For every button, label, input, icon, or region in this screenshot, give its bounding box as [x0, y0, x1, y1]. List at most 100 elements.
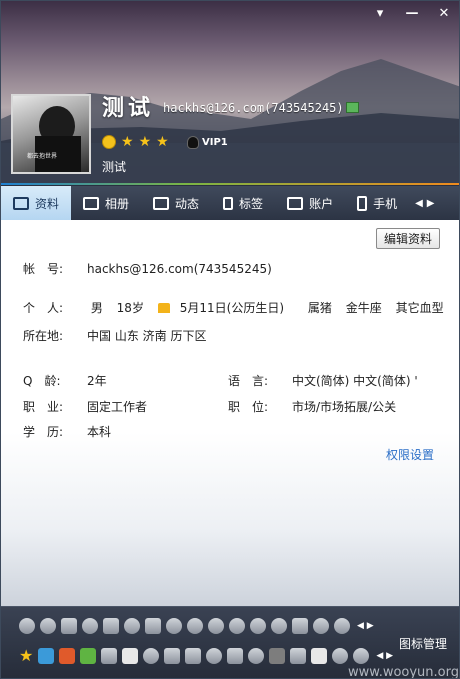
swirl-icon[interactable]	[206, 648, 223, 664]
star-icon[interactable]: ★	[19, 648, 33, 664]
tab-scroll-arrows[interactable]: ◀ ▶	[409, 186, 434, 220]
arrow-left-icon[interactable]: ◀	[415, 198, 423, 209]
location-row: 所在地: 中国 山东 济南 历下区	[23, 327, 206, 344]
chat-icon[interactable]	[143, 648, 160, 664]
bookmark-icon	[223, 196, 234, 210]
diamond-icon[interactable]	[271, 618, 287, 634]
diamond-icon[interactable]	[208, 618, 224, 634]
vip-badge[interactable]: VIP1	[187, 136, 228, 149]
diamond-icon[interactable]	[166, 618, 182, 634]
personal-label: 个 人:	[23, 301, 64, 315]
mail-icon[interactable]	[346, 102, 359, 113]
diamond-icon[interactable]	[229, 618, 245, 634]
trophy-icon[interactable]	[61, 618, 77, 634]
photo-album-icon	[83, 196, 100, 210]
occupation-row: 职 业: 固定工作者	[23, 398, 147, 415]
fire-icon[interactable]	[311, 648, 328, 664]
penguin-icon	[187, 136, 199, 149]
icon-manage-link[interactable]: 图标管理	[399, 635, 447, 652]
window-controls: ▾ — ✕	[367, 4, 457, 22]
diamond-icon[interactable]	[124, 618, 140, 634]
pet-icon[interactable]	[80, 648, 97, 664]
profile-window: ▾ — ✕ 都去抱世界 测试 hackhs@126.com(743545245)…	[0, 0, 460, 679]
arrow-right-icon[interactable]: ▶	[427, 198, 435, 209]
tab-label: 账户	[309, 196, 334, 211]
education-row: 学 历: 本科	[23, 423, 111, 440]
star-icon: ★	[138, 134, 152, 150]
heart-badge-icon[interactable]	[19, 618, 35, 634]
crown-icon	[157, 303, 170, 313]
icon-bar: ◀ ▶ ★ ◀ ▶ 图标管理 www.wooyun.org	[1, 606, 459, 678]
header-divider	[1, 183, 459, 185]
heart-badge-icon[interactable]	[334, 618, 350, 634]
minimize-button[interactable]: —	[399, 4, 425, 22]
icon-row-bottom: ★ ◀ ▶	[19, 648, 393, 664]
computer-icon[interactable]	[292, 618, 308, 634]
tab-tags[interactable]: 标签	[211, 186, 275, 220]
cup-icon[interactable]	[103, 618, 119, 634]
avatar[interactable]: 都去抱世界	[11, 94, 91, 174]
star-icon: ★	[156, 134, 169, 150]
age-value: 18岁	[116, 301, 144, 315]
zodiac-animal-value: 属猪	[307, 301, 332, 315]
qzone-icon[interactable]	[38, 648, 55, 664]
camera-icon[interactable]	[122, 648, 139, 664]
shield-icon[interactable]	[185, 648, 202, 664]
music-icon[interactable]	[164, 648, 181, 664]
heart-badge-icon[interactable]	[40, 618, 56, 634]
language-value: 中文(简体) 中文(简体) '	[292, 374, 418, 388]
icon-row-arrows[interactable]: ◀ ▶	[357, 621, 374, 631]
location-label: 所在地:	[23, 329, 64, 343]
camera-icon[interactable]	[269, 648, 286, 664]
account-row: 帐 号: hackhs@126.com(743545245)	[23, 260, 272, 277]
permission-settings-link[interactable]: 权限设置	[386, 446, 434, 463]
icon-row-top: ◀ ▶	[19, 618, 374, 634]
tab-feed[interactable]: 动态	[141, 186, 211, 220]
mobile-phone-icon	[357, 195, 368, 211]
location-value: 中国 山东 济南 历下区	[87, 329, 207, 343]
occupation-value: 固定工作者	[87, 400, 148, 414]
account-label: 帐 号:	[23, 262, 64, 276]
position-value: 市场/市场拓展/公关	[292, 400, 397, 414]
tab-label: 标签	[239, 196, 264, 211]
personal-row: 个 人: 男 18岁 5月11日(公历生日) 属猪 金牛座 其它血型	[23, 299, 454, 316]
diamond-icon[interactable]	[187, 618, 203, 634]
cat-icon[interactable]	[290, 648, 307, 664]
app-icon[interactable]	[101, 648, 118, 664]
icon-row-arrows[interactable]: ◀ ▶	[376, 651, 393, 661]
avatar-silhouette	[35, 106, 81, 172]
account-value: hackhs@126.com(743545245)	[87, 262, 272, 276]
email-qq-number: hackhs@126.com(743545245)	[163, 101, 344, 115]
diamond-icon[interactable]	[82, 618, 98, 634]
moon-icon[interactable]	[353, 648, 370, 664]
tab-account[interactable]: 账户	[275, 186, 345, 220]
signature: 测试	[102, 160, 127, 174]
diamond-icon[interactable]	[313, 618, 329, 634]
edit-profile-button[interactable]: 编辑资料	[376, 228, 440, 249]
pin-icon[interactable]: ▾	[367, 4, 393, 22]
tab-label: 动态	[175, 196, 200, 211]
game-icon[interactable]	[59, 648, 76, 664]
tab-profile[interactable]: 资料	[1, 186, 72, 220]
tab-mobile[interactable]: 手机	[345, 186, 409, 220]
diamond-icon[interactable]	[250, 618, 266, 634]
profile-details-panel: 编辑资料 帐 号: hackhs@126.com(743545245) 个 人: …	[1, 220, 459, 606]
profile-card-icon	[13, 196, 29, 210]
profile-header: ▾ — ✕ 都去抱世界 测试 hackhs@126.com(743545245)…	[1, 1, 459, 185]
ring-icon[interactable]	[248, 648, 265, 664]
star-icon: ★	[121, 134, 134, 150]
q-age-label: Q 龄:	[23, 374, 61, 388]
gift-icon[interactable]	[227, 648, 244, 664]
wallet-icon	[287, 196, 304, 210]
close-button[interactable]: ✕	[431, 4, 457, 22]
computer-icon[interactable]	[145, 618, 161, 634]
tab-photo-album[interactable]: 相册	[71, 186, 141, 220]
tab-label: 相册	[105, 196, 130, 211]
tab-label: 手机	[373, 196, 398, 211]
tab-label: 资料	[35, 196, 60, 211]
education-value: 本科	[87, 425, 112, 439]
constellation-value: 金牛座	[345, 301, 382, 315]
sun-level-icon	[102, 135, 116, 149]
birthday-value: 5月11日(公历生日)	[179, 301, 285, 315]
mail-icon[interactable]	[332, 648, 349, 664]
